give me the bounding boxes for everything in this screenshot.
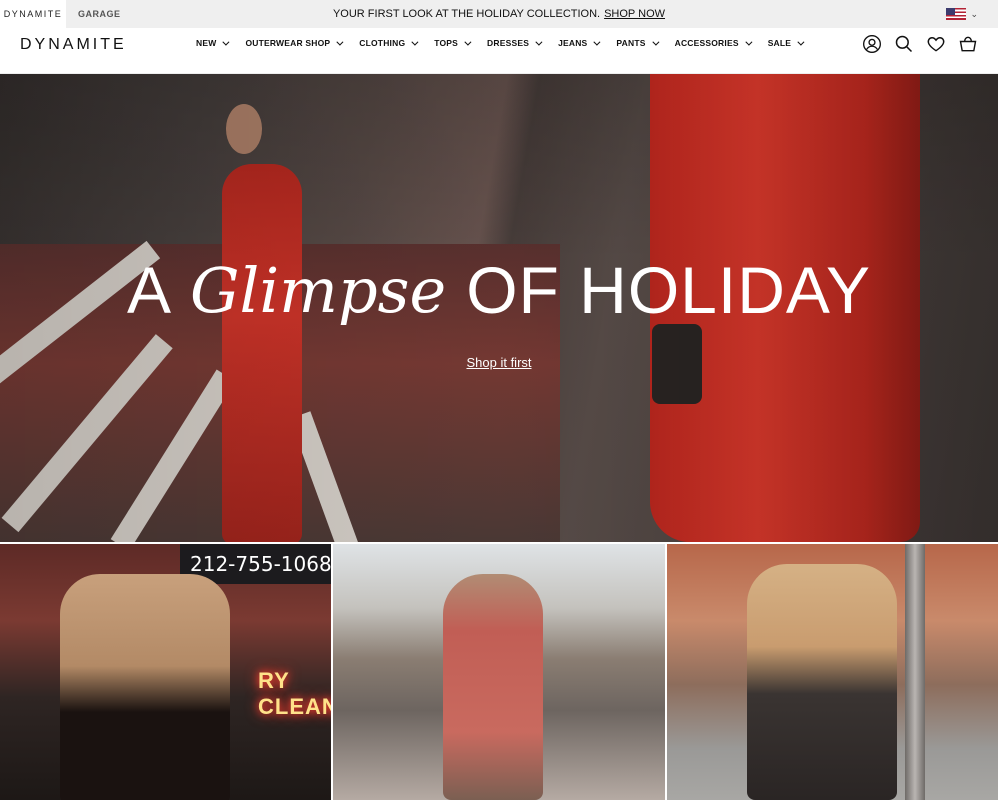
nav-label: DRESSES [487, 38, 530, 48]
shop-it-first-link[interactable]: Shop it first [466, 355, 531, 370]
nav-item-pants[interactable]: PANTS [616, 38, 660, 48]
chevron-down-icon [222, 38, 230, 46]
header-icons [862, 34, 978, 54]
promo-banner: YOUR FIRST LOOK AT THE HOLIDAY COLLECTIO… [0, 0, 998, 28]
chevron-down-icon [336, 38, 344, 46]
hero-title-script: Glimpse [190, 253, 447, 327]
chevron-down-icon [651, 38, 660, 46]
neon-sign: RY CLEAN [258, 668, 332, 719]
site-logo[interactable]: DYNAMITE [20, 36, 127, 54]
utility-bar: DYNAMITE GARAGE YOUR FIRST LOOK AT THE H… [0, 0, 998, 28]
nav-label: ACCESSORIES [674, 38, 739, 48]
main-header: DYNAMITE NEW OUTERWEAR SHOP CLOTHING TOP… [0, 28, 998, 74]
search-icon[interactable] [894, 34, 914, 54]
nav-item-tops[interactable]: TOPS [434, 38, 472, 48]
nav-item-dresses[interactable]: DRESSES [487, 38, 543, 48]
chevron-down-icon [593, 38, 601, 46]
hero-banner[interactable]: A Glimpse OF HOLIDAY Shop it first [0, 74, 998, 542]
model-pink-dress [443, 574, 544, 800]
featured-tiles: 212-755-1068 RY CLEAN [0, 544, 998, 800]
chevron-down-icon [464, 38, 472, 46]
model-sequin-top [746, 564, 897, 800]
bag-icon[interactable] [958, 34, 978, 54]
nav-label: OUTERWEAR SHOP [245, 38, 331, 48]
account-icon[interactable] [862, 34, 882, 54]
nav-label: PANTS [616, 38, 646, 48]
nav-label: JEANS [558, 38, 588, 48]
tile-sequin-look[interactable] [666, 544, 998, 800]
promo-shop-now-link[interactable]: SHOP NOW [604, 8, 665, 20]
nav-item-sale[interactable]: SALE [767, 38, 805, 48]
nav-item-accessories[interactable]: ACCESSORIES [674, 38, 753, 48]
chevron-down-icon [797, 38, 805, 46]
brand-tab-garage[interactable]: GARAGE [66, 0, 131, 28]
nav-label: NEW [196, 38, 217, 48]
brand-tab-dynamite[interactable]: DYNAMITE [0, 0, 66, 28]
hero-title: A Glimpse OF HOLIDAY [0, 252, 998, 328]
hero-cta: Shop it first [0, 354, 998, 372]
heart-icon[interactable] [926, 34, 946, 54]
country-selector[interactable]: ⌄ [946, 8, 978, 20]
nav-item-jeans[interactable]: JEANS [558, 38, 601, 48]
nav-item-outerwear-shop[interactable]: OUTERWEAR SHOP [245, 38, 344, 48]
chevron-down-icon [411, 38, 419, 46]
chevron-down-icon [535, 38, 543, 46]
chevron-down-icon [745, 38, 753, 46]
nav-label: SALE [767, 38, 792, 48]
us-flag-icon [946, 8, 967, 20]
nav-item-new[interactable]: NEW [196, 38, 230, 48]
main-nav: NEW OUTERWEAR SHOP CLOTHING TOPS DRESSES… [196, 38, 820, 48]
nav-label: CLOTHING [359, 38, 406, 48]
nav-label: TOPS [434, 38, 459, 48]
hero-title-a: A [126, 253, 172, 327]
street-pole [904, 544, 925, 800]
model-curly-hair [60, 574, 230, 800]
chevron-down-icon: ⌄ [970, 8, 978, 19]
promo-text: YOUR FIRST LOOK AT THE HOLIDAY COLLECTIO… [332, 8, 601, 20]
tile-velvet-look[interactable]: 212-755-1068 RY CLEAN [0, 544, 332, 800]
nav-item-clothing[interactable]: CLOTHING [359, 38, 419, 48]
tile-pink-dress-look[interactable] [333, 544, 665, 800]
hero-title-rest: OF HOLIDAY [466, 253, 872, 327]
